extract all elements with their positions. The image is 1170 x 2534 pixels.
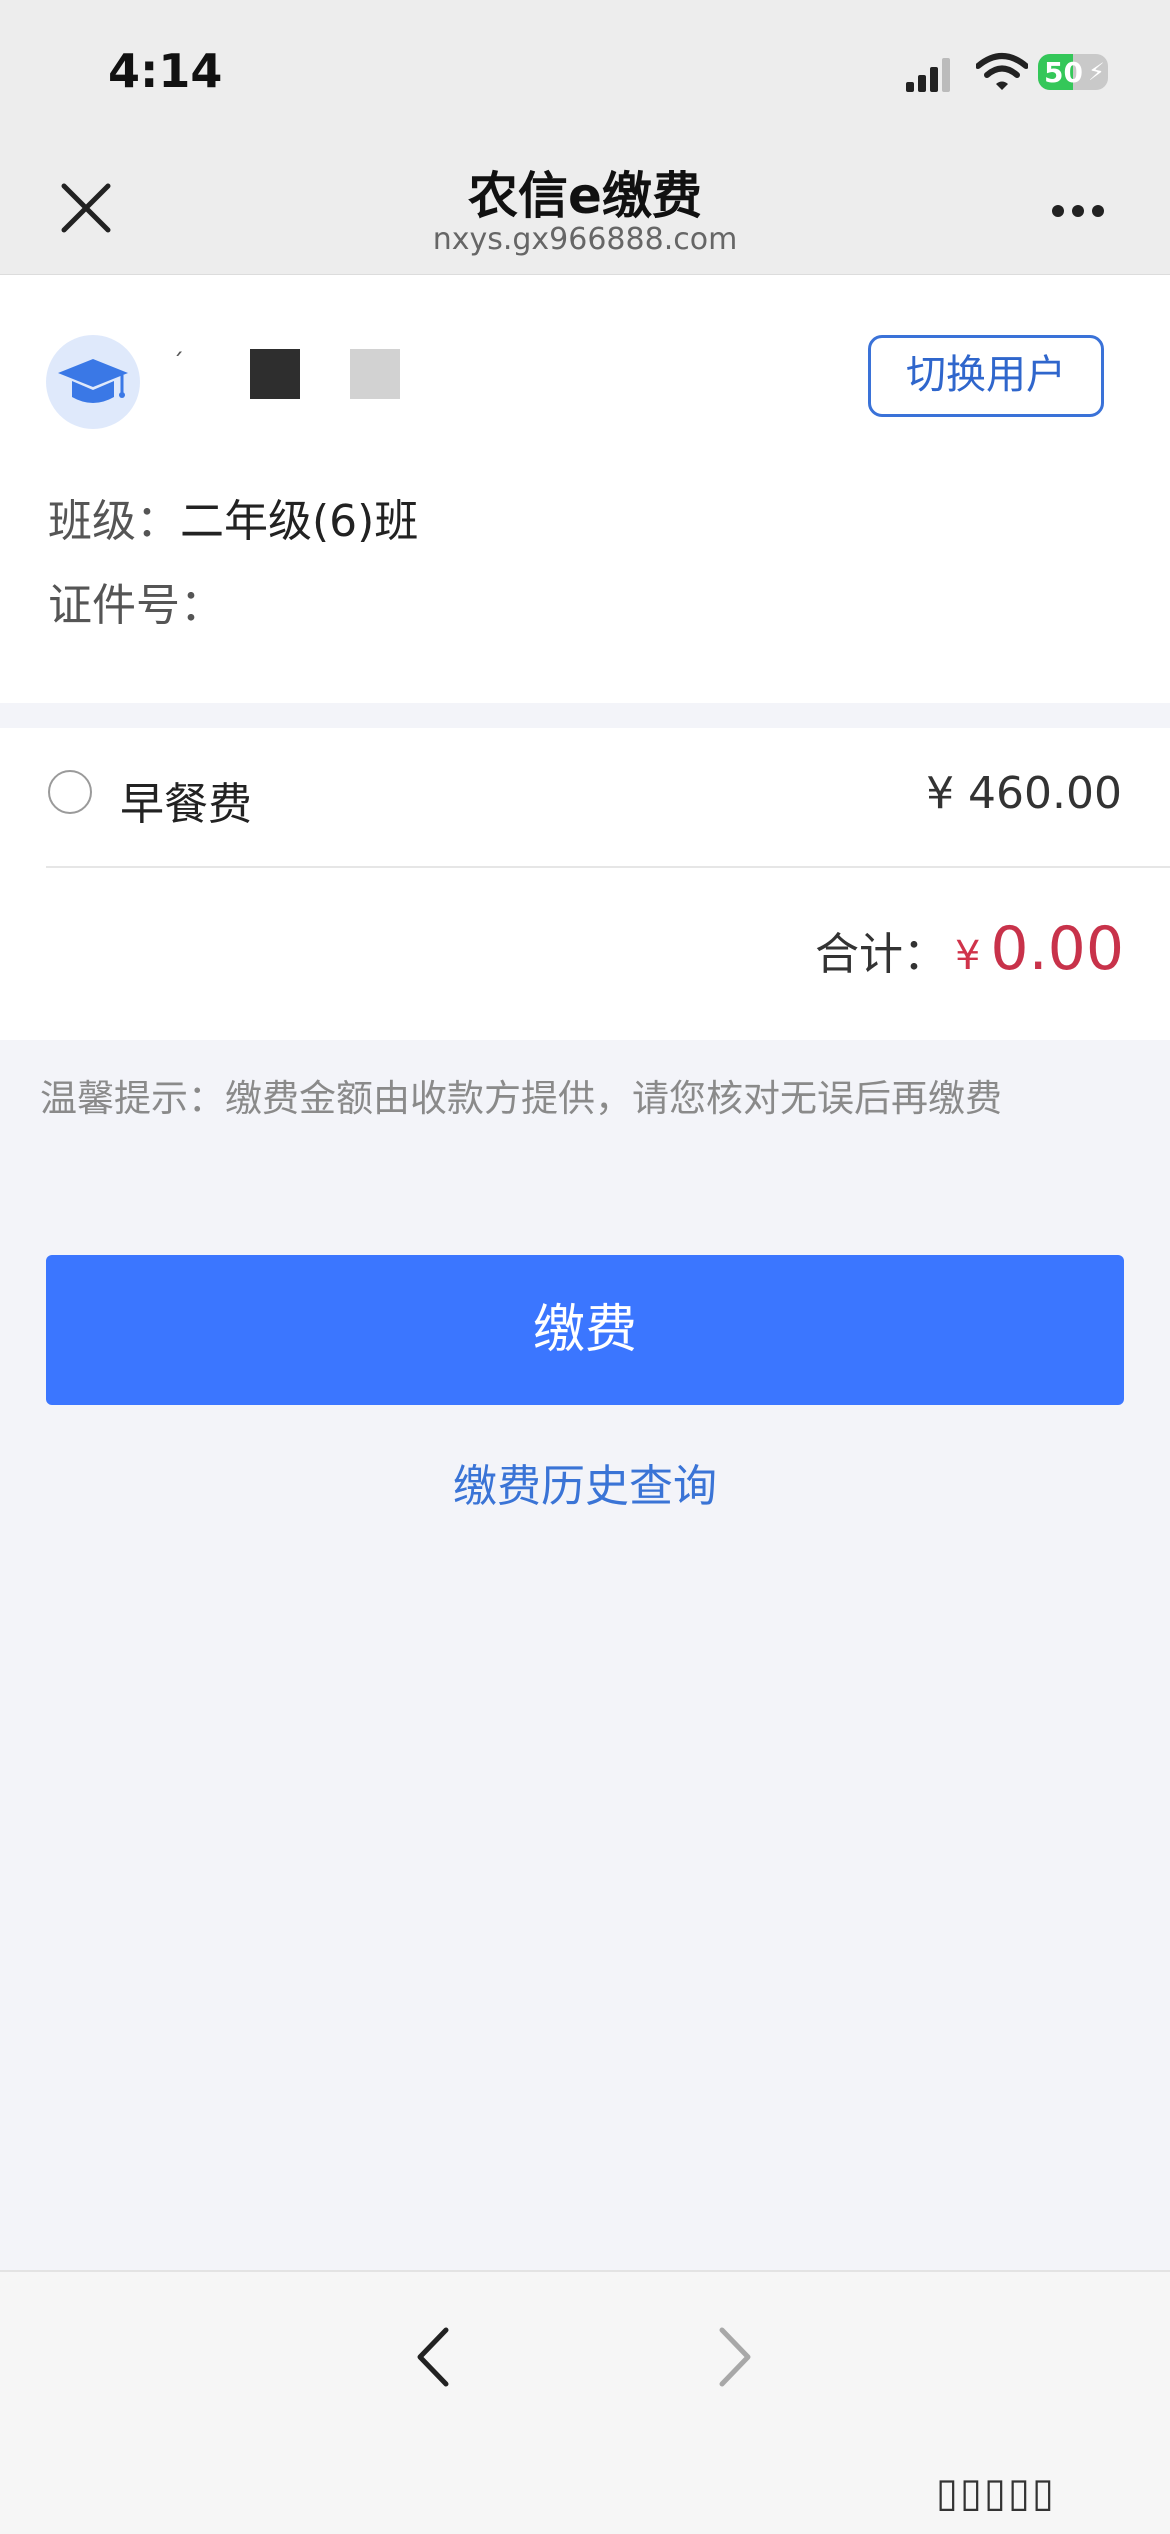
switch-user-button[interactable]: 切换用户 xyxy=(868,335,1104,417)
fee-card: 早餐费 ¥ 460.00 合计： ¥0.00 xyxy=(0,728,1170,1040)
total-currency: ¥ xyxy=(954,933,981,979)
redacted-name-block xyxy=(250,349,300,399)
battery-icon: 50 ⚡ xyxy=(1038,54,1108,90)
id-label: 证件号： xyxy=(48,580,224,631)
charging-bolt-icon: ⚡ xyxy=(1088,58,1105,86)
payment-history-link[interactable]: 缴费历史查询 xyxy=(0,1450,1170,1514)
battery-percent: 50 xyxy=(1044,56,1083,89)
page-title: 农信e缴费 xyxy=(468,167,702,225)
more-icon[interactable] xyxy=(1052,202,1112,218)
total-row: 合计： ¥0.00 xyxy=(815,914,1124,984)
wifi-icon xyxy=(976,53,1028,90)
graduation-cap-icon xyxy=(58,359,128,403)
fee-item-name: 早餐费 xyxy=(120,779,252,830)
fee-select-radio[interactable] xyxy=(48,770,92,814)
class-value: 二年级(6)班 xyxy=(180,496,419,547)
class-row: 班级：二年级(6)班 xyxy=(48,485,418,549)
id-row: 证件号： xyxy=(48,569,224,633)
pay-button[interactable]: 缴费 xyxy=(46,1255,1124,1405)
back-arrow-icon[interactable] xyxy=(408,2322,458,2392)
tip-text: 温馨提示：缴费金额由收款方提供，请您核对无误后再缴费 xyxy=(40,1077,1002,1120)
status-time: 4:14 xyxy=(108,44,223,98)
user-card: ˊ 切换用户 班级：二年级(6)班 证件号： xyxy=(0,275,1170,703)
total-label: 合计： xyxy=(814,929,947,980)
fee-item-amount: ¥ 460.00 xyxy=(926,768,1122,819)
class-label: 班级： xyxy=(48,496,180,547)
redacted-name-block xyxy=(350,349,400,399)
browser-toolbar: ▯▯▯▯▯ xyxy=(0,2270,1170,2534)
watermark-logo: ▯▯▯▯▯ xyxy=(936,2470,1057,2516)
page-url: nxys.gx966888.com xyxy=(432,222,738,257)
name-mark: ˊ xyxy=(172,349,184,377)
nav-bar: 农信e缴费 nxys.gx966888.com xyxy=(0,140,1170,275)
avatar xyxy=(46,335,140,429)
cellular-signal-icon xyxy=(906,58,950,92)
total-value: 0.00 xyxy=(990,914,1124,984)
status-bar: 4:14 50 ⚡ xyxy=(0,0,1170,140)
forward-arrow-icon[interactable] xyxy=(710,2322,760,2392)
divider xyxy=(46,866,1170,868)
